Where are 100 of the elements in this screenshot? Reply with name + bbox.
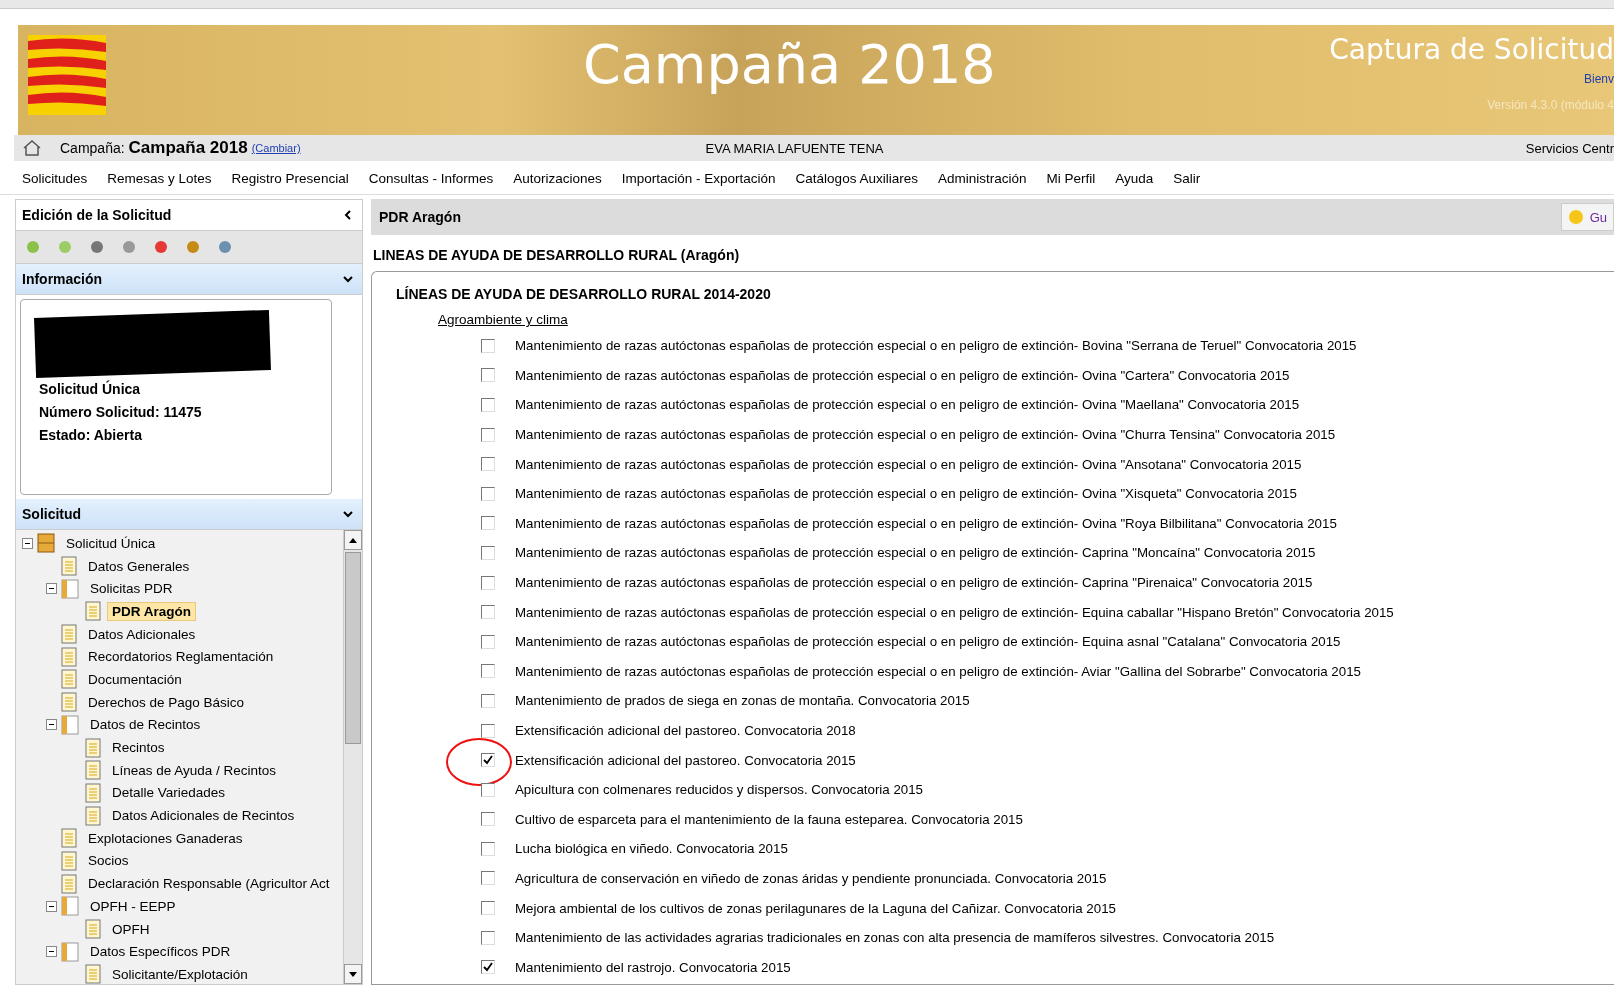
checkbox[interactable] bbox=[481, 901, 495, 916]
chevron-icon[interactable] bbox=[342, 508, 354, 520]
panel-title: Edición de la Solicitud bbox=[22, 207, 172, 223]
tree-item[interactable]: Detalle Variedades bbox=[107, 783, 231, 803]
tree-item[interactable]: Recintos bbox=[107, 738, 170, 758]
tree-item[interactable]: Solicitante/Explotación bbox=[107, 964, 253, 984]
aid-line-label: Mantenimiento de razas autóctonas españolas de protección especial o en peligro de extinción- Bovina "Serrana de Teruel" Convocatoria 2015 bbox=[515, 338, 1357, 354]
aid-line-label: Cultivo de esparceta para el mantenimiento de la fauna esteparea. Convocatoria 2015 bbox=[515, 811, 1023, 827]
tree-item[interactable]: Datos de Recintos bbox=[85, 715, 206, 735]
minus-toggle-icon[interactable] bbox=[46, 946, 57, 958]
aid-line-label: Lucha biológica en viñedo. Convocatoria 2015 bbox=[515, 841, 788, 857]
checkbox[interactable] bbox=[481, 516, 495, 531]
aid-line-label: Mantenimiento de razas autóctonas españolas de protección especial o en peligro de extinción- Ovina "Ansotana" Convocatoria 2015 bbox=[515, 456, 1302, 472]
scrollbar[interactable] bbox=[343, 530, 362, 984]
up-arrow-icon[interactable] bbox=[349, 537, 357, 543]
minus-toggle-icon[interactable] bbox=[22, 537, 33, 549]
menu-item[interactable]: Administración bbox=[937, 171, 1027, 186]
aid-line-label: Mantenimiento de razas autóctonas españolas de protección especial o en peligro de extinción- Ovina "Roya Bilbilitana" Convocatoria 2015 bbox=[515, 515, 1337, 531]
menu-item[interactable]: Registro Presencial bbox=[231, 171, 349, 186]
checkbox[interactable] bbox=[481, 545, 495, 560]
menu-item[interactable]: Salir bbox=[1173, 171, 1201, 186]
checkbox[interactable] bbox=[481, 634, 495, 649]
tree-item[interactable]: Solicitud Única bbox=[61, 533, 161, 553]
checkbox[interactable] bbox=[481, 457, 495, 472]
document-icon bbox=[61, 624, 77, 645]
tree-item[interactable]: Explotaciones Ganaderas bbox=[83, 828, 248, 848]
campaign-name: Campaña 2018 bbox=[128, 138, 248, 158]
minus-toggle-icon[interactable] bbox=[46, 719, 57, 731]
checkbox[interactable] bbox=[481, 841, 495, 856]
aid-line-label: Mantenimiento de razas autóctonas españolas de protección especial o en peligro de extinción- Ovina "Maellana" Convocatoria 2015 bbox=[515, 397, 1300, 413]
guide-button[interactable]: Gu bbox=[1560, 203, 1614, 231]
checkbox[interactable] bbox=[481, 960, 495, 975]
tree-item[interactable]: Derechos de Pago Básico bbox=[83, 692, 250, 712]
aid-line-label: Mantenimiento de razas autóctonas españolas de protección especial o en peligro de extinción- Equina asnal "Catalana" Convocatoria 2015 bbox=[515, 634, 1341, 650]
chevron-icon[interactable] bbox=[342, 273, 354, 285]
document-icon bbox=[61, 873, 77, 894]
collapse-icon[interactable] bbox=[342, 209, 354, 221]
document-icon bbox=[61, 669, 77, 690]
home-icon[interactable] bbox=[22, 139, 42, 157]
checkbox[interactable] bbox=[481, 338, 495, 353]
tree-item[interactable]: Recordatorios Reglamentación bbox=[83, 647, 279, 667]
folder-document-icon bbox=[61, 941, 79, 962]
minus-toggle-icon[interactable] bbox=[46, 900, 57, 912]
checkbox[interactable] bbox=[481, 753, 495, 768]
checkbox[interactable] bbox=[481, 575, 495, 590]
document-icon bbox=[61, 646, 77, 667]
group-title: LÍNEAS DE AYUDA DE DESARROLLO RURAL 2014-2020 bbox=[396, 286, 772, 302]
info-text: Solicitud Única bbox=[39, 381, 142, 397]
tree-item[interactable]: Líneas de Ayuda / Recintos bbox=[107, 760, 282, 780]
document-icon bbox=[61, 828, 77, 849]
document-icon bbox=[61, 850, 77, 871]
tree-item[interactable]: Documentación bbox=[83, 669, 187, 689]
down-arrow-icon[interactable] bbox=[349, 971, 357, 977]
tree-item[interactable]: OPFH - EEPP bbox=[85, 896, 181, 916]
menu-item[interactable]: Solicitudes bbox=[22, 171, 88, 186]
checkbox[interactable] bbox=[481, 930, 495, 945]
checkbox[interactable] bbox=[481, 605, 495, 620]
checkbox[interactable] bbox=[481, 871, 495, 886]
tree-item[interactable]: OPFH bbox=[107, 919, 155, 939]
tree-item[interactable]: PDR Aragón bbox=[107, 601, 196, 621]
tree-item[interactable]: Datos Adicionales bbox=[83, 624, 201, 644]
folder-document-icon bbox=[61, 896, 79, 917]
checkbox[interactable] bbox=[481, 368, 495, 383]
checkbox[interactable] bbox=[481, 427, 495, 442]
tree-item[interactable]: Datos Generales bbox=[83, 556, 195, 576]
checkbox[interactable] bbox=[481, 782, 495, 797]
document-icon bbox=[85, 919, 101, 940]
menu-item[interactable]: Ayuda bbox=[1115, 171, 1154, 186]
checkbox[interactable] bbox=[481, 693, 495, 708]
aid-line-label: Extensificación adicional del pastoreo. Convocatoria 2018 bbox=[515, 723, 856, 738]
tree-item[interactable]: Declaración Responsable (Agricultor Act bbox=[83, 874, 335, 894]
checkbox[interactable] bbox=[481, 398, 495, 412]
cabinet-icon bbox=[37, 533, 55, 554]
aid-line-label: Mantenimiento de razas autóctonas españolas de protección especial o en peligro de extinción- Ovina "Cartera" Convocatoria 2015 bbox=[515, 367, 1290, 383]
menu-item[interactable]: Autorizaciones bbox=[513, 171, 602, 186]
aid-line-label: Mantenimiento de razas autóctonas españolas de protección especial o en peligro de extinción- Aviar "Gallina del Sobrarbe" Convocatoria 2015 bbox=[515, 663, 1361, 679]
tree-item[interactable]: Socios bbox=[83, 851, 134, 871]
aid-line-label: Mantenimiento de prados de siega en zonas de montaña. Convocatoria 2015 bbox=[515, 693, 970, 709]
menu-item[interactable]: Remesas y Lotes bbox=[107, 171, 212, 186]
aid-line-label: Mejora ambiental de los cultivos de zonas perilagunares de la Laguna del Cañizar. Convocatoria 2015 bbox=[515, 900, 1116, 916]
category-link[interactable]: Agroambiente y clima bbox=[438, 312, 568, 327]
checkbox[interactable] bbox=[481, 664, 495, 679]
aid-line-label: Mantenimiento del rastrojo. Convocatoria 2015 bbox=[515, 959, 791, 975]
menu-item[interactable]: Importación - Exportación bbox=[621, 171, 776, 186]
tree-item[interactable]: Datos Adicionales de Recintos bbox=[107, 806, 300, 826]
menu-item[interactable]: Mi Perfil bbox=[1046, 171, 1096, 186]
aid-line-label: Mantenimiento de las actividades agrarias tradicionales en zonas con alta presencia de mamíferos silvestres. Convocatoria 2015 bbox=[515, 930, 1275, 946]
document-icon bbox=[85, 601, 101, 622]
checkbox[interactable] bbox=[481, 812, 495, 827]
menu-item[interactable]: Consultas - Informes bbox=[368, 171, 494, 186]
change-link[interactable]: (Cambiar) bbox=[251, 142, 301, 154]
section-title: LINEAS DE AYUDA DE DESARROLLO RURAL (Aragón) bbox=[372, 246, 741, 265]
checkbox[interactable] bbox=[481, 486, 495, 501]
version-text: Versión 4.3.0 (módulo 4 bbox=[1487, 98, 1614, 112]
menu-item[interactable]: Catálogos Auxiliares bbox=[795, 171, 918, 186]
tree-item[interactable]: Solicitas PDR bbox=[85, 579, 178, 599]
tree-item[interactable]: Datos Específicos PDR bbox=[85, 942, 236, 962]
service-text: Servicios Centr bbox=[1525, 140, 1614, 156]
minus-toggle-icon[interactable] bbox=[46, 583, 57, 595]
checkbox[interactable] bbox=[481, 723, 495, 738]
